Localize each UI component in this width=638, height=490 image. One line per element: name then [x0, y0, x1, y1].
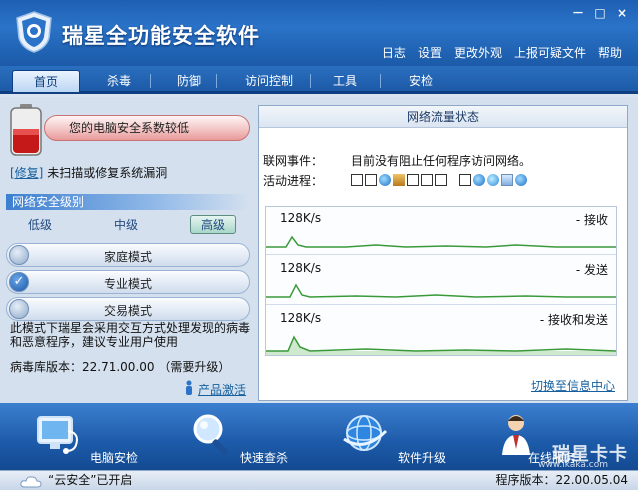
cloud-icon	[20, 476, 42, 488]
monitor-stethoscope-icon	[37, 416, 78, 454]
process-icon[interactable]	[421, 174, 433, 186]
process-icon[interactable]	[407, 174, 419, 186]
cloud-security-status: “云安全”已开启	[48, 473, 133, 487]
pc-check-button[interactable]: 电脑安检	[34, 409, 154, 465]
tab-bar: 首页 杀毒 防御 访问控制 工具 安检	[0, 66, 638, 94]
software-upgrade-button[interactable]: 软件升级	[340, 409, 450, 465]
maximize-button[interactable]: □	[592, 6, 608, 20]
program-version: 程序版本：22.00.05.04	[495, 473, 628, 487]
switch-to-info-center-link[interactable]: 切换至信息中心	[531, 377, 615, 394]
tab-home[interactable]: 首页	[12, 70, 80, 92]
security-level-selector: 低级 中级 高级	[6, 214, 250, 234]
net-event-label: 联网事件：	[263, 154, 324, 168]
tab-antivirus[interactable]: 杀毒	[94, 70, 144, 92]
process-icon[interactable]	[435, 174, 447, 186]
minimize-button[interactable]: －	[570, 6, 586, 20]
traffic-graphs: 128K/s - 接收 128K/s - 发送 128K/s - 接收和发送	[265, 206, 617, 356]
app-title: 瑞星全功能安全软件	[62, 24, 260, 48]
status-bar: “云安全”已开启 程序版本：22.00.05.04	[0, 470, 638, 490]
tab-divider	[216, 74, 217, 88]
title-bar: 瑞星全功能安全软件 － □ × 日志 设置 更改外观 上报可疑文件 帮助	[0, 0, 638, 66]
menu-log[interactable]: 日志	[382, 44, 406, 61]
send-label: - 发送	[575, 263, 608, 277]
quick-scan-button[interactable]: 快速查杀	[188, 409, 298, 465]
tab-access-control[interactable]: 访问控制	[232, 70, 306, 92]
network-process-icon[interactable]	[473, 174, 485, 186]
ie-browser-icon[interactable]	[487, 174, 499, 186]
mode-professional[interactable]: ✓ 专业模式	[6, 270, 250, 294]
traffic-row-total: 128K/s - 接收和发送	[266, 307, 616, 355]
security-level-battery-icon	[10, 104, 42, 156]
mode-label: 家庭模式	[103, 250, 152, 264]
level-medium[interactable]: 中级	[114, 216, 138, 233]
total-label: - 接收和发送	[539, 313, 608, 327]
mode-trading[interactable]: 交易模式	[6, 297, 250, 321]
tab-tools[interactable]: 工具	[320, 70, 370, 92]
level-low[interactable]: 低级	[28, 216, 52, 233]
mode-home[interactable]: 家庭模式	[6, 243, 250, 267]
tab-divider	[310, 74, 311, 88]
menu-change-skin[interactable]: 更改外观	[454, 44, 502, 61]
package-process-icon[interactable]	[393, 174, 405, 186]
send-speed: 128K/s	[280, 261, 322, 275]
active-process-icons	[351, 172, 527, 188]
fix-link[interactable]: [修复]	[10, 166, 43, 180]
window-process-icon[interactable]	[501, 174, 513, 186]
traffic-row-receive: 128K/s - 接收	[266, 207, 616, 255]
globe-process-icon[interactable]	[379, 174, 391, 186]
watermark-url: www.ikaka.com	[538, 460, 608, 470]
process-icon[interactable]	[459, 174, 471, 186]
globe-upgrade-icon	[343, 415, 388, 451]
virus-db-version: 病毒库版本：22.71.00.00 （需要升级）	[10, 360, 231, 374]
net-event-value: 目前没有阻止任何程序访问网络。	[351, 154, 532, 168]
security-status-panel: 您的电脑安全系数较低 [修复] 未扫描或修复系统漏洞 网络安全级别 低级 中级 …	[0, 97, 256, 403]
process-icon[interactable]	[365, 174, 377, 186]
person-icon	[186, 380, 192, 395]
fix-row: [修复] 未扫描或修复系统漏洞	[10, 164, 167, 181]
total-speed: 128K/s	[280, 311, 322, 325]
quick-scan-label: 快速查杀	[240, 451, 289, 465]
globe-process-icon[interactable]	[515, 174, 527, 186]
level-high[interactable]: 高级	[190, 215, 237, 234]
tab-divider	[150, 74, 151, 88]
pc-check-label: 电脑安检	[90, 451, 139, 465]
close-button[interactable]: ×	[614, 6, 630, 20]
network-security-level-header: 网络安全级别	[6, 194, 250, 210]
security-alert-bar: 您的电脑安全系数较低	[44, 115, 250, 141]
process-icon[interactable]	[351, 174, 363, 186]
receive-label: - 接收	[575, 213, 608, 227]
menu-settings[interactable]: 设置	[418, 44, 442, 61]
mode-label: 交易模式	[103, 304, 152, 318]
main-area: 您的电脑安全系数较低 [修复] 未扫描或修复系统漏洞 网络安全级别 低级 中级 …	[0, 97, 638, 403]
magnifier-icon	[193, 414, 228, 455]
fix-description: 未扫描或修复系统漏洞	[47, 166, 168, 180]
tab-divider	[380, 74, 381, 88]
product-activation-link[interactable]: 产品激活	[198, 381, 246, 398]
software-upgrade-label: 软件升级	[398, 451, 447, 465]
network-traffic-panel: 网络流量状态 联网事件： 目前没有阻止任何程序访问网络。 活动进程： 128K/…	[258, 105, 628, 401]
menu-help[interactable]: 帮助	[598, 44, 622, 61]
mode-label: 专业模式	[103, 277, 152, 291]
panel-title: 网络流量状态	[259, 106, 627, 128]
mode-description: 此模式下瑞星会采用交互方式处理发现的病毒和恶意程序，建议专业用户使用	[10, 321, 251, 349]
window-controls: － □ ×	[570, 6, 630, 20]
tab-defense[interactable]: 防御	[164, 70, 214, 92]
traffic-row-send: 128K/s - 发送	[266, 257, 616, 305]
top-menu: 日志 设置 更改外观 上报可疑文件 帮助	[382, 44, 622, 61]
receive-speed: 128K/s	[280, 211, 322, 225]
menu-report-suspicious-file[interactable]: 上报可疑文件	[514, 44, 586, 61]
tab-security-check[interactable]: 安检	[396, 70, 446, 92]
rising-lion-logo-icon	[16, 11, 52, 53]
active-process-label: 活动进程：	[263, 174, 324, 188]
